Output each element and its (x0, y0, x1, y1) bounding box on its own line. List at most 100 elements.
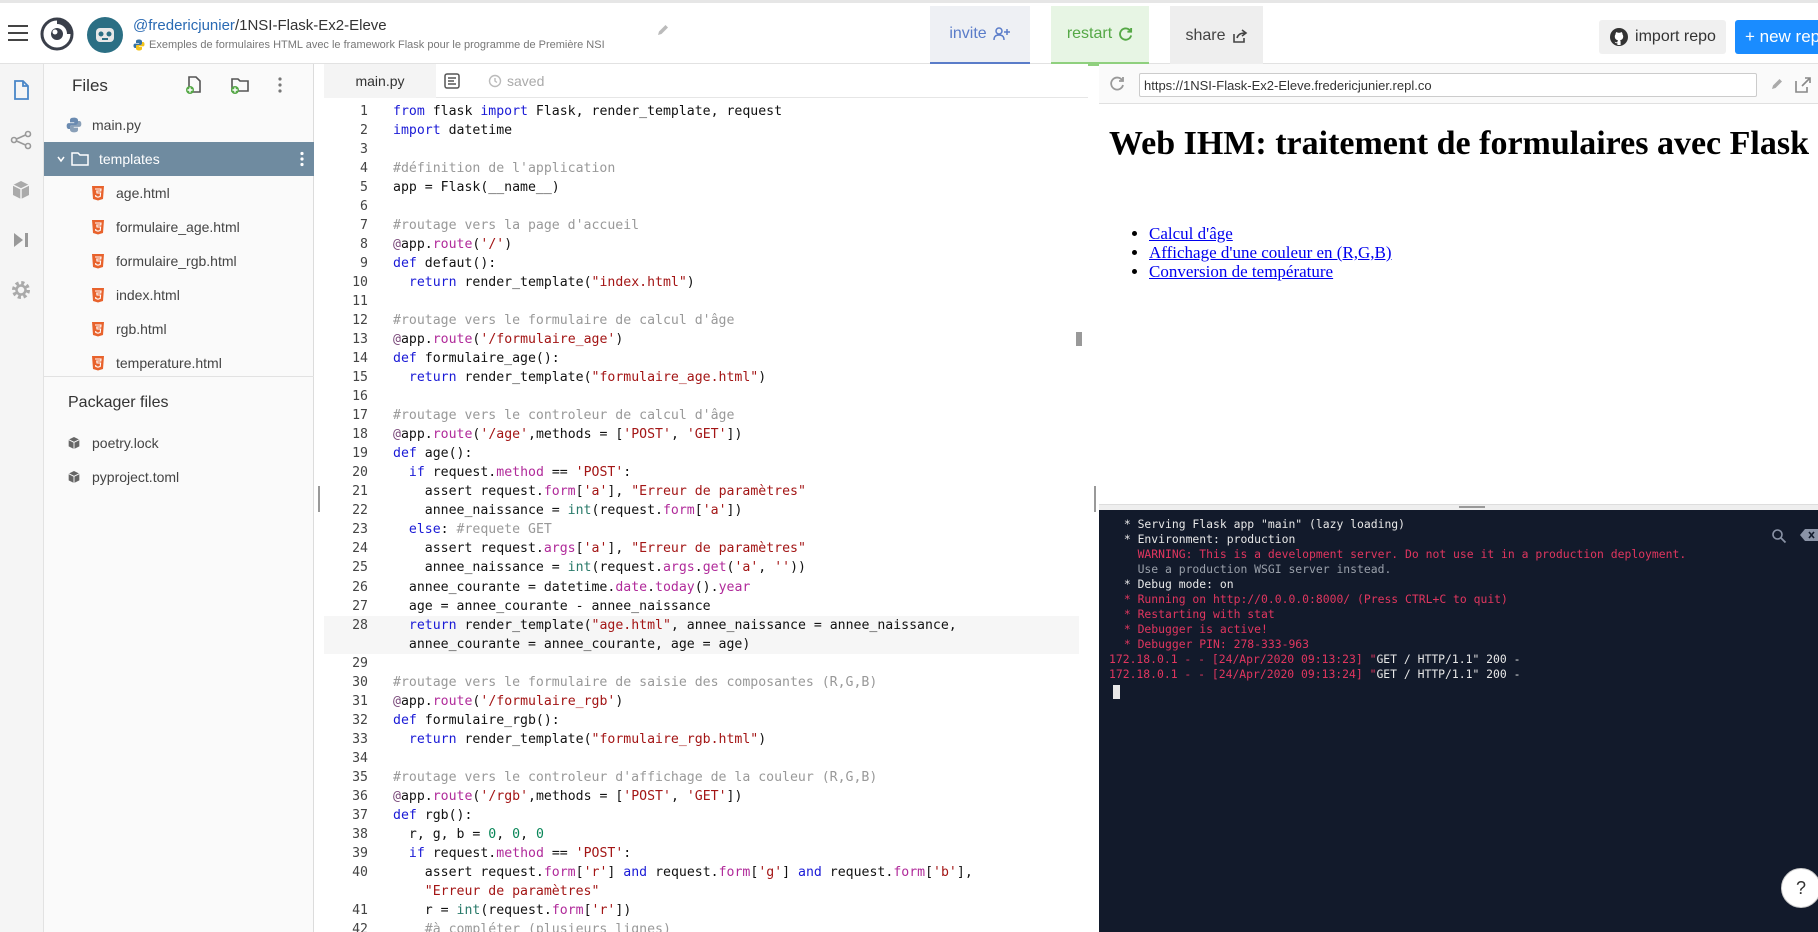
help-button[interactable]: ? (1781, 868, 1818, 908)
code-line[interactable]: 10 return render_template("index.html") (324, 273, 1079, 292)
code-line[interactable]: 18 @app.route('/age',methods = ['POST', '… (324, 425, 1079, 444)
code-line[interactable]: 23 else: #requete GET (324, 520, 1079, 539)
code-line[interactable]: 11 (324, 292, 1079, 311)
add-user-icon (992, 27, 1010, 41)
code-line[interactable]: 24 assert request.args['a'], "Erreur de … (324, 539, 1079, 558)
code-line[interactable]: 9 def defaut(): (324, 254, 1079, 273)
file-item-age-html[interactable]: age.html (44, 176, 314, 210)
repl-owner-link[interactable]: @fredericjunier (133, 17, 235, 34)
new-folder-icon[interactable] (229, 74, 251, 96)
code-line[interactable]: 34 (324, 749, 1079, 768)
code-line[interactable]: 19 def age(): (324, 444, 1079, 463)
code-line[interactable]: 15 return render_template("formulaire_ag… (324, 368, 1079, 387)
tab-main-py[interactable]: main.py (324, 64, 436, 98)
code-line[interactable]: "Erreur de paramètres" (324, 882, 1079, 901)
panel-resize-handle[interactable] (1094, 486, 1096, 512)
clear-console-icon[interactable] (1799, 528, 1818, 542)
format-code-icon[interactable] (444, 73, 460, 89)
folder-item-templates[interactable]: templates (44, 142, 314, 176)
code-line[interactable]: 22 annee_naissance = int(request.form['a… (324, 501, 1079, 520)
debugger-icon[interactable] (9, 228, 33, 252)
code-line[interactable]: 16 (324, 387, 1079, 406)
code-text: assert request.args['a'], "Erreur de par… (393, 541, 806, 557)
code-line[interactable]: 21 assert request.form['a'], "Erreur de … (324, 482, 1079, 501)
pencil-icon[interactable] (1770, 77, 1784, 91)
menu-icon[interactable] (8, 25, 28, 41)
code-line[interactable]: 8 @app.route('/') (324, 235, 1079, 254)
code-line[interactable]: 35 #routage vers le controleur d'affichag… (324, 768, 1079, 787)
share-button[interactable]: share (1170, 6, 1263, 66)
code-line[interactable]: 32 def formulaire_rgb(): (324, 711, 1079, 730)
pencil-icon[interactable] (656, 23, 670, 37)
scrollbar[interactable] (1076, 332, 1082, 346)
code-line[interactable]: 39 if request.method == 'POST': (324, 844, 1079, 863)
link-calcul-age[interactable]: Calcul d'âge (1149, 224, 1392, 243)
open-in-new-tab-icon[interactable] (1794, 76, 1812, 94)
code-line[interactable]: 40 assert request.form['r'] and request.… (324, 863, 1079, 882)
code-line[interactable]: 38 r, g, b = 0, 0, 0 (324, 825, 1079, 844)
repl-title[interactable]: @fredericjunier/1NSI-Flask-Ex2-Eleve (133, 17, 387, 34)
code-line[interactable]: 5 app = Flask(__name__) (324, 178, 1079, 197)
file-name: age.html (116, 185, 170, 201)
code-line[interactable]: 33 return render_template("formulaire_rg… (324, 730, 1079, 749)
repl-name: 1NSI-Flask-Ex2-Eleve (239, 17, 387, 34)
reload-icon[interactable] (1109, 76, 1125, 92)
avatar[interactable] (87, 17, 123, 53)
code-line[interactable]: 30 #routage vers le formulaire de saisie … (324, 673, 1079, 692)
code-line[interactable]: 36 @app.route('/rgb',methods = ['POST', '… (324, 787, 1079, 806)
link-affichage-couleur[interactable]: Affichage d'une couleur en (R,G,B) (1149, 243, 1392, 262)
replit-logo[interactable] (40, 17, 74, 51)
code-line[interactable]: 7 #routage vers la page d'accueil (324, 216, 1079, 235)
code-line[interactable]: 37 def rgb(): (324, 806, 1079, 825)
file-item-rgb-html[interactable]: rgb.html (44, 312, 314, 346)
more-options-icon[interactable] (300, 151, 304, 167)
link-conversion-temperature[interactable]: Conversion de température (1149, 262, 1392, 281)
url-input[interactable] (1139, 73, 1757, 97)
code-line[interactable]: 25 annee_naissance = int(request.args.ge… (324, 558, 1079, 577)
invite-button[interactable]: invite (930, 6, 1030, 66)
file-item-main-py[interactable]: main.py (44, 108, 314, 142)
code-area[interactable]: 1 from flask import Flask, render_templat… (324, 98, 1079, 932)
code-line[interactable]: 2 import datetime (324, 121, 1079, 140)
code-line[interactable]: 14 def formulaire_age(): (324, 349, 1079, 368)
code-line[interactable]: 42 #à compléter (plusieurs lignes) (324, 920, 1079, 932)
code-line[interactable]: 3 (324, 140, 1079, 159)
code-editor[interactable]: main.py saved 1 from flask import Flask, … (324, 64, 1088, 932)
restart-button[interactable]: restart (1051, 6, 1149, 66)
code-line[interactable]: 1 from flask import Flask, render_templat… (324, 102, 1079, 121)
file-item-formulaire-rgb-html[interactable]: formulaire_rgb.html (44, 244, 314, 278)
new-file-icon[interactable] (184, 74, 206, 96)
file-item-index-html[interactable]: index.html (44, 278, 314, 312)
console[interactable]: * Serving Flask app "main" (lazy loading… (1099, 510, 1818, 932)
more-options-icon[interactable] (269, 74, 291, 96)
code-line[interactable]: 29 (324, 654, 1079, 673)
version-control-icon[interactable] (9, 128, 33, 152)
file-icon[interactable] (9, 78, 33, 102)
gear-icon[interactable] (9, 278, 33, 302)
file-item-pyproject-toml[interactable]: pyproject.toml (44, 460, 314, 494)
import-repo-button[interactable]: import repo (1599, 20, 1726, 54)
code-text: import datetime (393, 123, 513, 139)
code-line[interactable]: 28 return render_template("age.html", an… (324, 615, 1079, 635)
line-number: 42 (352, 921, 368, 932)
line-number: 12 (352, 313, 368, 329)
package-icon[interactable] (9, 178, 33, 202)
panel-resize-handle[interactable] (318, 486, 320, 512)
code-line[interactable]: 6 (324, 197, 1079, 216)
log-request: GET / HTTP/1.1" 200 - (1376, 652, 1521, 666)
code-line[interactable]: annee_courante = annee_courante, age = a… (324, 634, 1079, 654)
code-line[interactable]: 17 #routage vers le controleur de calcul … (324, 406, 1079, 425)
file-item-temperature-html[interactable]: temperature.html (44, 346, 314, 380)
code-line[interactable]: 12 #routage vers le formulaire de calcul … (324, 311, 1079, 330)
code-line[interactable]: 27 age = annee_courante - annee_naissanc… (324, 597, 1079, 616)
code-line[interactable]: 4 #définition de l'application (324, 159, 1079, 178)
code-line[interactable]: 20 if request.method == 'POST': (324, 463, 1079, 482)
code-line[interactable]: 13 @app.route('/formulaire_age') (324, 330, 1079, 349)
file-item-poetry-lock[interactable]: poetry.lock (44, 426, 314, 460)
code-line[interactable]: 26 annee_courante = datetime.date.today(… (324, 578, 1079, 597)
search-icon[interactable] (1771, 528, 1787, 544)
code-line[interactable]: 41 r = int(request.form['r']) (324, 901, 1079, 920)
new-repl-button[interactable]: + new repl (1735, 20, 1818, 54)
code-line[interactable]: 31 @app.route('/formulaire_rgb') (324, 692, 1079, 711)
file-item-formulaire-age-html[interactable]: formulaire_age.html (44, 210, 314, 244)
